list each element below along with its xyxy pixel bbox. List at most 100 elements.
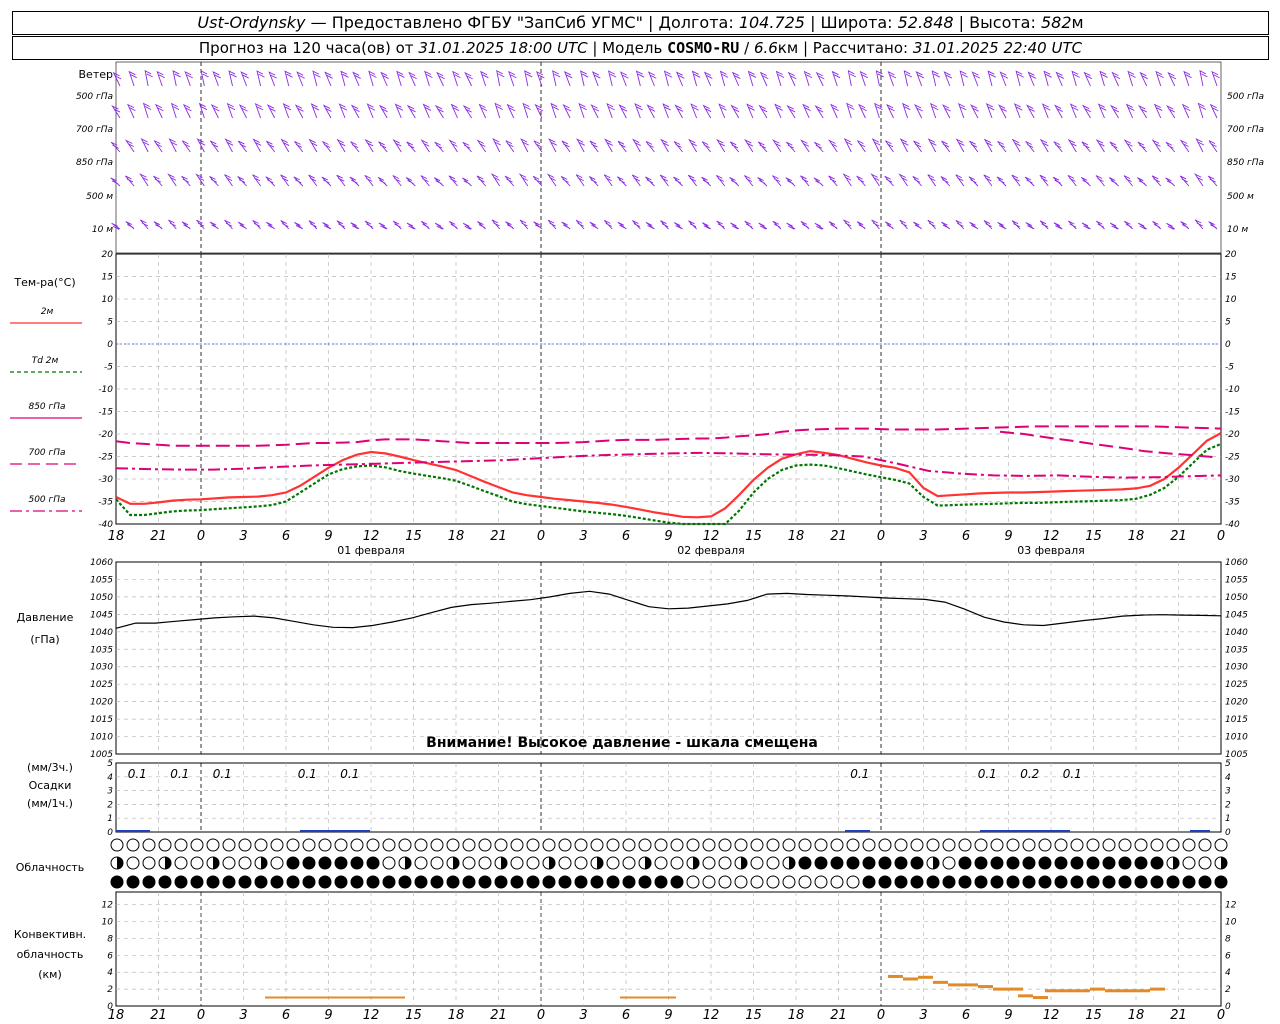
precip-bar: [300, 830, 370, 832]
wind-barb: [294, 222, 304, 230]
cloud-symbol: [206, 875, 220, 889]
y-tick-left: -5: [104, 363, 113, 373]
cloud-symbol: [830, 875, 844, 889]
cloud-symbol: [990, 838, 1004, 852]
hour-tick: 15: [745, 529, 762, 544]
cloud-symbol: [398, 838, 412, 852]
cloud-symbol: [526, 838, 540, 852]
wind-barb: [1208, 221, 1218, 230]
wind-barb: [140, 137, 150, 153]
wind-barb: [237, 176, 247, 187]
cloud-symbol: [942, 838, 956, 852]
cloud-symbol: [142, 856, 156, 870]
cloud-symbol: [654, 875, 668, 889]
wind-barb: [394, 103, 404, 119]
hour-tick: 9: [1004, 1008, 1012, 1023]
wind-barb: [887, 70, 897, 87]
cloud-symbol: [254, 838, 268, 852]
precip-value: 0.1: [128, 767, 147, 781]
wind-barb: [308, 138, 318, 153]
wind-barb: [280, 174, 290, 187]
wind-barb: [396, 70, 405, 87]
cloud-symbol: [1182, 875, 1196, 889]
wind-barb: [941, 140, 951, 153]
cloud-symbol: [558, 838, 572, 852]
wind-barb: [480, 70, 489, 87]
cloud-symbol: [718, 838, 732, 852]
y-tick-right: 6: [1225, 951, 1231, 961]
wind-barb: [997, 222, 1007, 230]
precip-bar: [845, 830, 870, 832]
wind-barb: [846, 102, 855, 119]
wind-barb: [1139, 71, 1149, 87]
cloud-symbol: [606, 856, 620, 870]
cloud-half: [1221, 857, 1227, 869]
hour-tick: 12: [1043, 529, 1060, 544]
cloud-symbol: [510, 838, 524, 852]
wind-barb: [589, 140, 599, 153]
y-tick-left: 1: [107, 814, 113, 824]
wind-barb: [927, 138, 937, 153]
y-tick-left: 1015: [90, 715, 113, 725]
wind-barb: [663, 70, 673, 87]
wind-barb: [1138, 104, 1148, 119]
cloud-symbol: [574, 875, 588, 889]
wind-barb: [506, 103, 516, 119]
wind-barb: [550, 102, 559, 119]
wind-barb: [252, 220, 261, 230]
date-label: 03 февраля: [1017, 544, 1085, 557]
wind-barb: [647, 71, 657, 87]
hour-axis-temp: 18 21 0 3 6 9 12 15 18 21 0 3 6 9 12 15 18 21 0 3 6 9 12 15 18 21…: [108, 529, 1225, 544]
wind-barb: [378, 104, 388, 119]
wind-barb: [786, 222, 796, 230]
wind-barb: [209, 176, 219, 187]
cloud-symbol: [590, 838, 604, 852]
wind-barb: [1082, 104, 1091, 119]
date-labels: 01 февраля 02 февраля 03 февраля: [337, 544, 1085, 557]
pressure-grid: 1060 1060 1055 1055 1050 1050 1045 1045 1040 1040…: [90, 558, 1248, 760]
wind-barb: [492, 137, 501, 153]
cloud-symbol: [174, 875, 188, 889]
wind-barb: [364, 174, 374, 187]
wind-barb: [955, 174, 965, 187]
wind-barb: [802, 103, 811, 119]
wind-barb: [1124, 220, 1133, 230]
cloud-symbol: [1006, 838, 1020, 852]
precip-value: 0.1: [340, 767, 359, 781]
wind-barb: [144, 70, 153, 87]
precip-grid: 5 5 4 4 3 3 2 2 1 1 0 0 0.1 0.1 0.1 0.1 0.1 0.1 0.1 0.2 0.1: [107, 759, 1231, 838]
wind-barb: [226, 102, 236, 119]
wind-barb: [787, 71, 797, 87]
wind-barb: [828, 221, 838, 230]
cloud-half: [693, 857, 699, 869]
wind-barb: [575, 219, 585, 230]
wind-barb: [747, 70, 757, 87]
wind-barb: [1069, 103, 1079, 119]
wind-barb: [815, 71, 825, 87]
wind-barb: [224, 219, 233, 230]
wind-barb: [632, 220, 641, 230]
cloud-symbols: [110, 838, 1228, 889]
legend-label: 700 гПа: [28, 448, 65, 458]
wind-barb: [731, 71, 741, 87]
temp-legend: 2м Td 2м 850 гПа 700 гПа 500 гПа: [10, 307, 82, 512]
wind-barb: [494, 102, 503, 119]
hour-tick: 18: [1128, 1008, 1145, 1023]
wind-barb: [580, 70, 589, 87]
wind-barb: [968, 176, 979, 187]
y-tick-right: -10: [1225, 385, 1240, 395]
wind-barb: [237, 221, 247, 230]
wind-barb: [1099, 70, 1108, 87]
wind-barb: [547, 219, 557, 230]
cloud-symbol: [1118, 838, 1132, 852]
cloud-symbol: [798, 838, 812, 852]
cloud-symbol: [654, 838, 668, 852]
wind-barb: [997, 140, 1007, 153]
wind-barb: [265, 176, 276, 187]
wind-title: Ветер: [79, 68, 113, 81]
wind-barb: [1207, 175, 1218, 187]
y-tick-left: 1040: [90, 628, 113, 638]
wind-barb: [842, 173, 852, 187]
wind-barb: [476, 139, 487, 153]
wind-barb: [461, 177, 472, 187]
